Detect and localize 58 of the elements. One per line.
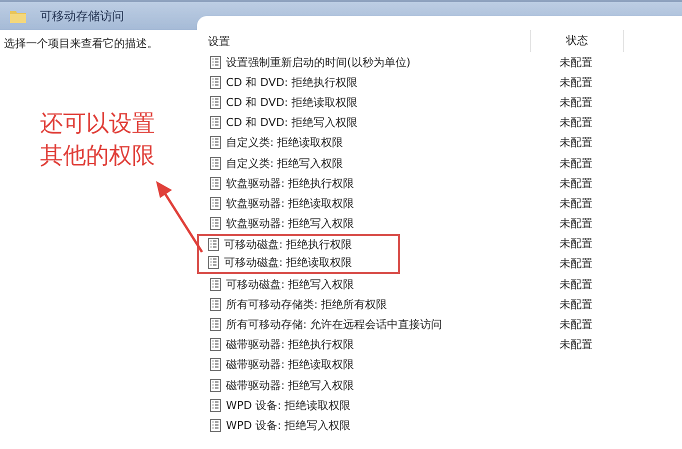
setting-name[interactable]: CD 和 DVD: 拒绝写入权限 <box>226 115 358 130</box>
setting-name[interactable]: 磁带驱动器: 拒绝执行权限 <box>226 337 354 352</box>
setting-name[interactable]: 所有可移动存储类: 拒绝所有权限 <box>226 296 388 312</box>
policy-icon <box>210 76 221 89</box>
annotation-text: 其他的权限 <box>40 142 155 171</box>
setting-name[interactable]: 所有可移动存储: 允许在远程会话中直接访问 <box>226 317 442 332</box>
setting-name[interactable]: 磁带驱动器: 拒绝写入权限 <box>226 378 354 393</box>
policy-icon <box>210 196 221 210</box>
policy-icon <box>210 217 221 230</box>
policy-icon <box>210 378 221 392</box>
setting-name[interactable]: WPD 设备: 拒绝读取权限 <box>226 398 351 413</box>
setting-status: 未配置 <box>560 276 592 292</box>
setting-status: 未配置 <box>560 115 592 130</box>
policy-icon <box>210 398 221 412</box>
policy-icon <box>210 116 221 130</box>
column-header[interactable]: 设置 <box>197 34 530 48</box>
setting-name[interactable]: 软盘驱动器: 拒绝读取权限 <box>226 196 354 211</box>
setting-status: 未配置 <box>560 156 592 171</box>
setting-name[interactable]: 自定义类: 拒绝写入权限 <box>226 156 344 171</box>
setting-status: 未配置 <box>560 176 592 191</box>
setting-status: 未配置 <box>560 317 592 332</box>
policy-icon <box>210 56 221 69</box>
folder-icon <box>10 10 26 22</box>
policy-icon <box>210 318 221 332</box>
policy-icon <box>210 156 221 170</box>
annotation-text: 还可以设置 <box>40 110 155 139</box>
setting-name[interactable]: 软盘驱动器: 拒绝写入权限 <box>226 216 354 232</box>
setting-name[interactable]: WPD 设备: 拒绝写入权限 <box>226 418 351 433</box>
policy-icon <box>210 136 221 150</box>
window-title: 可移动存储访问 <box>40 8 124 24</box>
policy-icon <box>208 256 219 270</box>
policy-icon <box>210 358 221 372</box>
setting-name[interactable]: 磁带驱动器: 拒绝读取权限 <box>226 357 354 372</box>
policy-icon <box>210 338 221 352</box>
column-header[interactable]: 状态 <box>530 30 624 52</box>
setting-name[interactable]: 自定义类: 拒绝读取权限 <box>226 135 344 150</box>
setting-name[interactable]: CD 和 DVD: 拒绝执行权限 <box>226 74 358 90</box>
policy-icon <box>208 238 219 252</box>
setting-status: 未配置 <box>560 216 592 232</box>
setting-status: 未配置 <box>560 135 592 150</box>
setting-status: 未配置 <box>560 337 592 352</box>
setting-status: 未配置 <box>560 296 592 312</box>
setting-status: 未配置 <box>560 196 592 211</box>
setting-status: 未配置 <box>560 74 592 90</box>
policy-icon <box>210 278 221 291</box>
setting-name[interactable]: 软盘驱动器: 拒绝执行权限 <box>226 176 354 191</box>
setting-name[interactable]: 可移动磁盘: 拒绝写入权限 <box>226 276 354 292</box>
policy-icon <box>210 298 221 311</box>
policy-icon <box>210 96 221 109</box>
policy-icon <box>210 176 221 190</box>
setting-status: 未配置 <box>560 94 592 110</box>
policy-icon <box>210 418 221 432</box>
setting-name[interactable]: 设置强制重新启动的时间(以秒为单位) <box>226 54 411 70</box>
setting-name[interactable]: CD 和 DVD: 拒绝读取权限 <box>226 94 358 110</box>
setting-status: 未配置 <box>560 256 592 272</box>
description-text: 选择一个项目来查看它的描述。 <box>4 37 158 50</box>
setting-status: 未配置 <box>560 236 592 252</box>
setting-status: 未配置 <box>560 54 592 70</box>
